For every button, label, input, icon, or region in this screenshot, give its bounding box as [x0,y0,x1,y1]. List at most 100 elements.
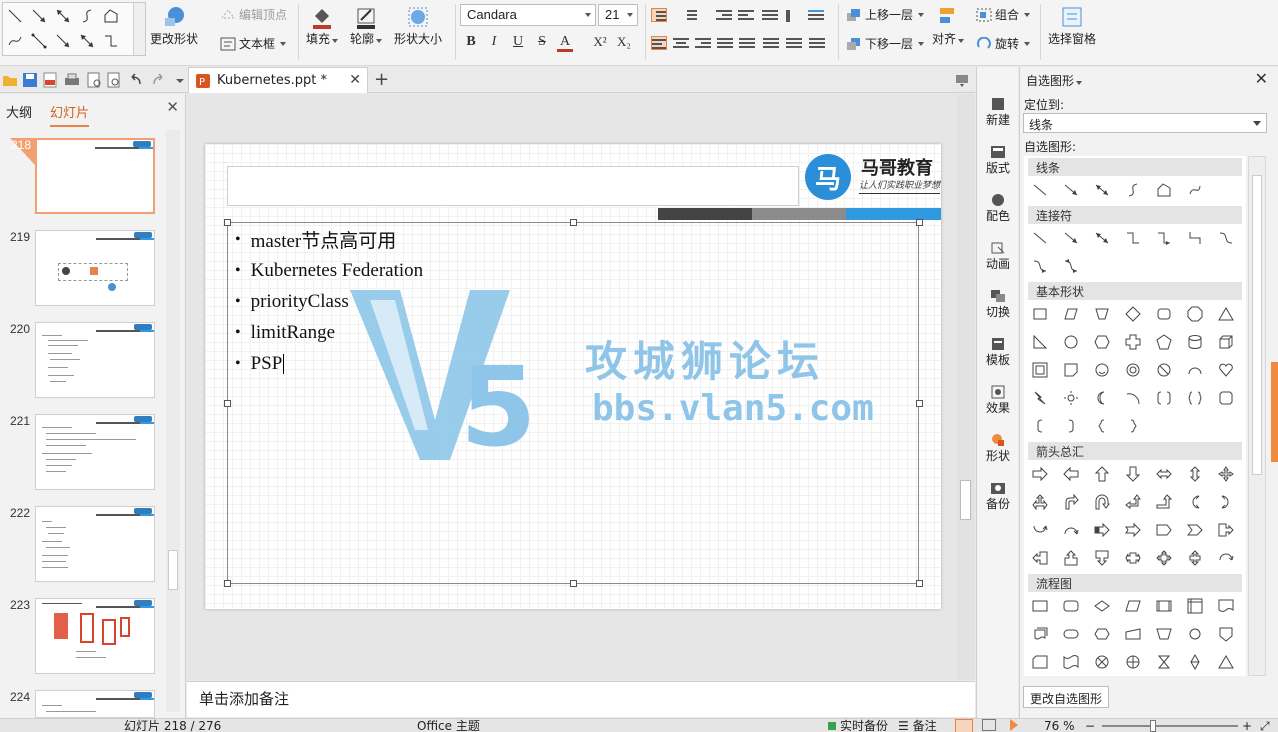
side-tool-transition[interactable]: 切换 [977,289,1019,320]
line-icon[interactable] [1032,182,1048,198]
curved-down-arrow-icon[interactable] [1063,522,1079,538]
quad-arrow-callout-icon[interactable] [1156,550,1172,566]
notched-right-arrow-icon[interactable] [1125,522,1141,538]
right-brace-icon[interactable] [1125,418,1141,434]
double-brace-icon[interactable] [1187,390,1203,406]
bullet-list-icon[interactable] [651,8,667,22]
bent-arrow-icon[interactable] [1063,494,1079,510]
align-button[interactable]: 对齐 [932,4,965,47]
block-arc-icon[interactable] [1187,362,1203,378]
justify-icon[interactable] [717,36,733,50]
can-icon[interactable] [1187,334,1203,350]
zoom-in-icon[interactable]: + [1242,719,1252,732]
scribble-icon[interactable] [1187,182,1203,198]
open-folder-icon[interactable] [2,72,18,88]
underline-button[interactable]: U [510,34,526,50]
align-left-icon[interactable] [651,36,667,50]
print-preview-icon[interactable] [86,72,102,88]
resize-handle[interactable] [224,400,231,407]
triangle-icon[interactable] [1218,306,1234,322]
quad-arrow-icon[interactable] [1218,466,1234,482]
notes-toggle[interactable]: ☰ 备注 [898,719,937,732]
side-tool-effects[interactable]: 效果 [977,385,1019,416]
arrow-line-icon[interactable] [1063,182,1079,198]
up-arrow-icon[interactable] [1094,466,1110,482]
freeform-icon[interactable] [1156,182,1172,198]
flowchart-connector-icon[interactable] [1187,626,1203,642]
left-brace-icon[interactable] [1094,418,1110,434]
edit-points-button[interactable]: 编辑顶点 [220,6,287,23]
align-center-icon[interactable] [673,36,689,50]
side-tool-backup[interactable]: 备份 [977,481,1019,512]
fit-window-icon[interactable]: ⤢ [1260,719,1270,732]
flowchart-preparation-icon[interactable] [1094,626,1110,642]
zoom-slider[interactable] [1102,725,1238,727]
tab-outline[interactable]: 大纲 [6,102,32,121]
flowchart-punched-tape-icon[interactable] [1063,654,1079,670]
canvas-scrollbar[interactable] [957,94,975,680]
curve-icon[interactable] [1125,182,1141,198]
moon-icon[interactable] [1094,390,1110,406]
elbow-arrow-connector-icon[interactable] [1156,230,1172,246]
connector-icon[interactable] [1032,230,1048,246]
arc-icon[interactable] [1125,390,1141,406]
flowchart-manual-operation-icon[interactable] [1156,626,1172,642]
freeform-icon[interactable] [101,6,121,26]
line-shape-gallery[interactable] [2,2,146,56]
line-icon[interactable] [5,6,25,26]
flowchart-document-icon[interactable] [1218,598,1234,614]
close-panel-icon[interactable]: ✕ [166,98,179,116]
elbow-connector-icon[interactable] [1125,230,1141,246]
font-size-select[interactable]: 21 [598,4,638,26]
paragraph-spacing-icon[interactable] [763,36,779,50]
flowchart-alternate-process-icon[interactable] [1063,598,1079,614]
print-icon[interactable] [64,72,80,88]
locate-select[interactable]: 线条 [1023,113,1267,133]
flowchart-terminator-icon[interactable] [1063,626,1079,642]
italic-button[interactable]: I [486,34,502,50]
gallery-scrollbar[interactable] [133,3,145,55]
side-tool-color[interactable]: 配色 [977,193,1019,224]
numbered-list-icon[interactable] [682,8,698,22]
left-right-arrow-callout-icon[interactable] [1125,550,1141,566]
frame-icon[interactable] [1032,362,1048,378]
side-tool-animation[interactable]: 动画 [977,241,1019,272]
slides-scrollbar[interactable] [166,130,180,712]
hexagon-icon[interactable] [1094,334,1110,350]
right-triangle-icon[interactable] [1032,334,1048,350]
spacing-before-icon[interactable] [786,36,802,50]
diamond-icon[interactable] [1125,306,1141,322]
tab-slides[interactable]: 幻灯片 [50,102,90,127]
decrease-indent-icon[interactable] [716,8,732,22]
change-autoshape-button[interactable]: 更改自选图形 [1023,686,1110,708]
folded-corner-icon[interactable] [1063,362,1079,378]
left-bracket-icon[interactable] [1032,418,1048,434]
page-preview-icon[interactable] [106,72,122,88]
trapezoid-icon[interactable] [1094,306,1110,322]
side-tool-layout[interactable]: 版式 [977,145,1019,176]
arrow-connector-icon[interactable] [1063,230,1079,246]
document-tab[interactable]: P Kubernetes.ppt * ✕ [188,67,368,93]
strikethrough-button[interactable]: S [534,34,550,50]
oval-icon[interactable] [1063,334,1079,350]
flowchart-extract-icon[interactable] [1218,654,1234,670]
align-right-icon[interactable] [695,36,711,50]
left-right-arrow-icon[interactable] [1156,466,1172,482]
curved-right-arrow-icon[interactable] [1187,494,1203,510]
flowchart-or-icon[interactable] [1125,654,1141,670]
text-box-button[interactable]: 文本框 [220,35,287,52]
up-down-arrow-icon[interactable] [1187,466,1203,482]
normal-view-icon[interactable] [955,719,973,732]
rectangle-icon[interactable] [1032,306,1048,322]
down-arrow-icon[interactable] [1125,466,1141,482]
resize-handle[interactable] [916,580,923,587]
up-down-arrow-callout-icon[interactable] [1187,550,1203,566]
play-slideshow-icon[interactable] [1010,719,1018,731]
title-placeholder[interactable] [227,166,799,206]
shape-size-button[interactable]: 形状大小 [394,4,442,47]
side-tool-shapes[interactable]: 形状 [977,433,1019,464]
striped-right-arrow-icon[interactable] [1094,522,1110,538]
selection-pane-button[interactable]: 选择窗格 [1048,4,1096,47]
smiley-icon[interactable] [1094,362,1110,378]
sun-icon[interactable] [1063,390,1079,406]
